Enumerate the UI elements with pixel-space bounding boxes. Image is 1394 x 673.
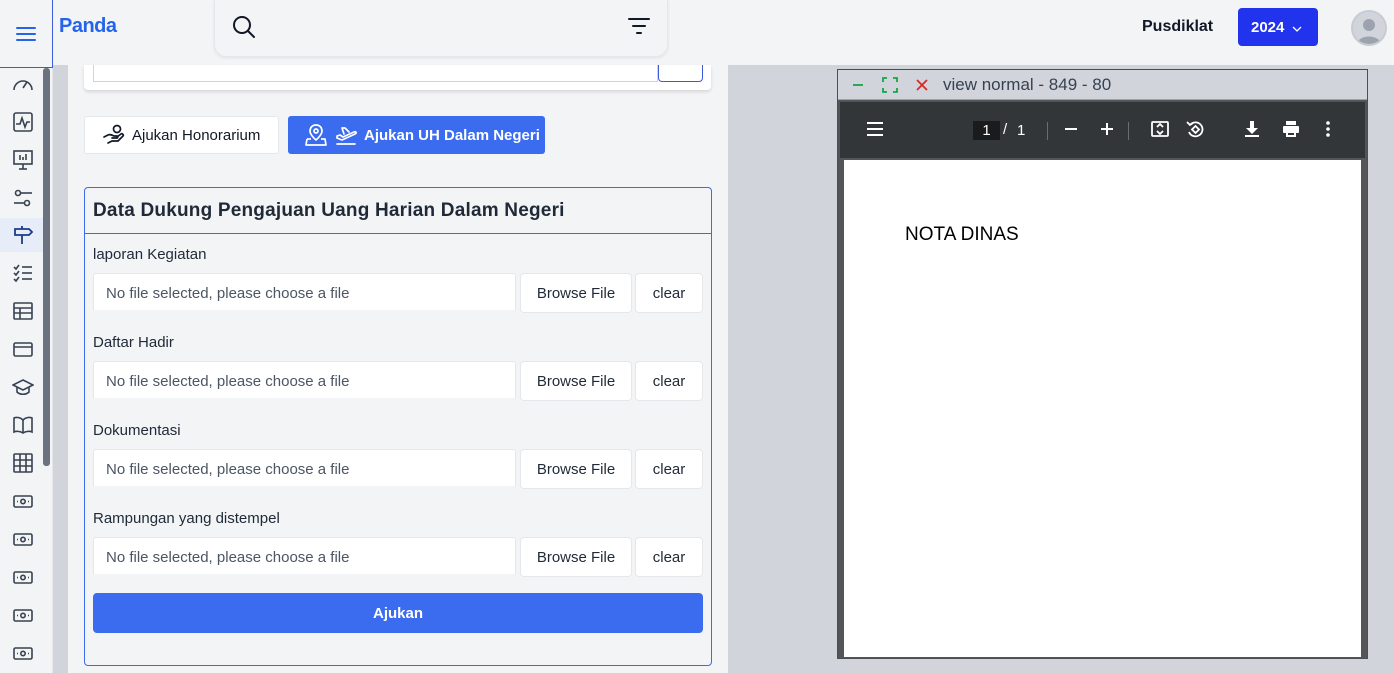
- toolbar-divider: [1047, 122, 1048, 140]
- clear-button-rampungan[interactable]: clear: [635, 537, 703, 577]
- sidebar-item-cash-1[interactable]: [0, 484, 46, 518]
- chevron-down-icon: [1292, 19, 1302, 36]
- pdf-menu-icon[interactable]: [866, 119, 884, 144]
- pdf-page: NOTA DINAS: [844, 160, 1361, 657]
- hamburger-icon: [16, 26, 36, 41]
- avatar[interactable]: [1351, 10, 1387, 46]
- page-number-input[interactable]: 1: [973, 121, 1000, 140]
- file-input-dokumentasi[interactable]: No file selected, please choose a file: [93, 449, 516, 486]
- book-open-icon: [13, 416, 33, 434]
- sidebar-item-library[interactable]: [0, 408, 46, 442]
- sidebar-item-cash-2[interactable]: [0, 522, 46, 556]
- gauge-icon: [13, 80, 33, 91]
- sidebar-item-dashboard[interactable]: [0, 68, 46, 102]
- sidebar-item-cash-3[interactable]: [0, 560, 46, 594]
- hamburger-menu-button[interactable]: [0, 0, 53, 68]
- file-input-laporan[interactable]: No file selected, please choose a file: [93, 273, 516, 310]
- field-label-rampungan: Rampungan yang distempel: [93, 510, 280, 527]
- pdf-toolbar: 1 / 1: [840, 102, 1365, 158]
- top-bar: Panda Pusdiklat 2024: [0, 0, 1394, 68]
- previous-card: [84, 65, 711, 90]
- more-options-icon[interactable]: [1323, 119, 1333, 144]
- tab-honorarium-label: Ajukan Honorarium: [132, 126, 261, 144]
- ajukan-button[interactable]: Ajukan: [93, 593, 703, 633]
- map-pin-icon: [304, 123, 328, 147]
- sidebar-scrollbar[interactable]: [43, 68, 50, 466]
- fit-page-icon[interactable]: [1150, 119, 1170, 144]
- minimize-icon[interactable]: [842, 70, 874, 100]
- sidebar-item-grid[interactable]: [0, 446, 46, 480]
- sidebar-item-education[interactable]: [0, 370, 46, 404]
- clear-button-laporan[interactable]: clear: [635, 273, 703, 313]
- tab-ajukan-uh-dalam-negeri[interactable]: Ajukan UH Dalam Negeri: [288, 116, 545, 154]
- cash-icon: [13, 647, 33, 660]
- sliders-icon: [14, 189, 32, 207]
- year-value: 2024: [1251, 18, 1285, 36]
- cash-icon: [13, 495, 33, 508]
- maximize-icon[interactable]: [874, 70, 906, 100]
- rotate-icon[interactable]: [1185, 119, 1205, 144]
- close-icon[interactable]: [906, 70, 938, 100]
- user-icon: [1357, 19, 1381, 44]
- sidebar-item-payment[interactable]: [0, 332, 46, 366]
- previous-input[interactable]: [93, 65, 658, 82]
- zoom-out-icon[interactable]: [1063, 119, 1079, 144]
- zoom-in-icon[interactable]: [1099, 119, 1115, 144]
- sidebar: [0, 68, 53, 673]
- tab-ajukan-honorarium[interactable]: Ajukan Honorarium: [84, 116, 279, 154]
- sidebar-item-table[interactable]: [0, 294, 46, 328]
- page-total: 1: [1017, 122, 1026, 139]
- field-label-laporan: laporan Kegiatan: [93, 246, 207, 263]
- presentation-icon: [13, 150, 33, 170]
- search-bar[interactable]: [214, 0, 668, 57]
- file-input-rampungan[interactable]: No file selected, please choose a file: [93, 537, 516, 574]
- sidebar-item-checklist[interactable]: [0, 256, 46, 290]
- sidebar-item-presentation[interactable]: [0, 143, 46, 177]
- cash-icon: [13, 533, 33, 546]
- toolbar-divider: [1128, 122, 1129, 140]
- main-content: Ajukan Honorarium Ajukan UH Dalam Negeri…: [68, 65, 728, 673]
- sidebar-item-cash-4[interactable]: [0, 598, 46, 632]
- checklist-icon: [13, 264, 32, 283]
- form-title: Data Dukung Pengajuan Uang Harian Dalam …: [85, 188, 711, 234]
- cash-icon: [13, 609, 33, 622]
- viewer-title: view normal - 849 - 80: [943, 74, 1112, 94]
- table-icon: [13, 302, 33, 320]
- previous-button[interactable]: [658, 65, 703, 82]
- sidebar-item-perjalanan[interactable]: [0, 218, 46, 252]
- field-label-dokumentasi: Dokumentasi: [93, 422, 181, 439]
- activity-chart-icon: [13, 112, 33, 132]
- graduation-cap-icon: [12, 379, 34, 396]
- download-icon[interactable]: [1243, 119, 1261, 144]
- pdf-viewer-window: view normal - 849 - 80 1 / 1 NOTA DINAS: [837, 69, 1368, 659]
- tab-uh-label: Ajukan UH Dalam Negeri: [364, 126, 540, 144]
- field-label-daftar-hadir: Daftar Hadir: [93, 334, 174, 351]
- search-icon[interactable]: [232, 15, 256, 44]
- uh-form-panel: Data Dukung Pengajuan Uang Harian Dalam …: [84, 187, 712, 666]
- hand-coin-icon: [102, 123, 126, 147]
- browse-file-button-laporan[interactable]: Browse File: [520, 273, 632, 313]
- clear-button-dokumentasi[interactable]: clear: [635, 449, 703, 489]
- file-input-daftar-hadir[interactable]: No file selected, please choose a file: [93, 361, 516, 398]
- brand-logo[interactable]: Panda: [59, 15, 117, 38]
- cash-icon: [13, 571, 33, 584]
- print-icon[interactable]: [1281, 119, 1301, 144]
- sidebar-item-settings[interactable]: [0, 181, 46, 215]
- signpost-icon: [14, 226, 34, 244]
- viewer-header: view normal - 849 - 80: [838, 70, 1367, 100]
- browse-file-button-rampungan[interactable]: Browse File: [520, 537, 632, 577]
- browse-file-button-daftar-hadir[interactable]: Browse File: [520, 361, 632, 401]
- credit-card-icon: [13, 342, 33, 357]
- grid-icon: [13, 453, 33, 473]
- unit-label: Pusdiklat: [1142, 18, 1214, 35]
- airplane-departure-icon: [334, 123, 358, 147]
- filter-icon[interactable]: [628, 17, 650, 40]
- document-heading: NOTA DINAS: [905, 224, 1019, 245]
- sidebar-item-cash-5[interactable]: [0, 636, 46, 670]
- year-dropdown[interactable]: 2024: [1238, 8, 1318, 46]
- browse-file-button-dokumentasi[interactable]: Browse File: [520, 449, 632, 489]
- clear-button-daftar-hadir[interactable]: clear: [635, 361, 703, 401]
- sidebar-item-activity[interactable]: [0, 105, 46, 139]
- page-separator: /: [1003, 121, 1008, 138]
